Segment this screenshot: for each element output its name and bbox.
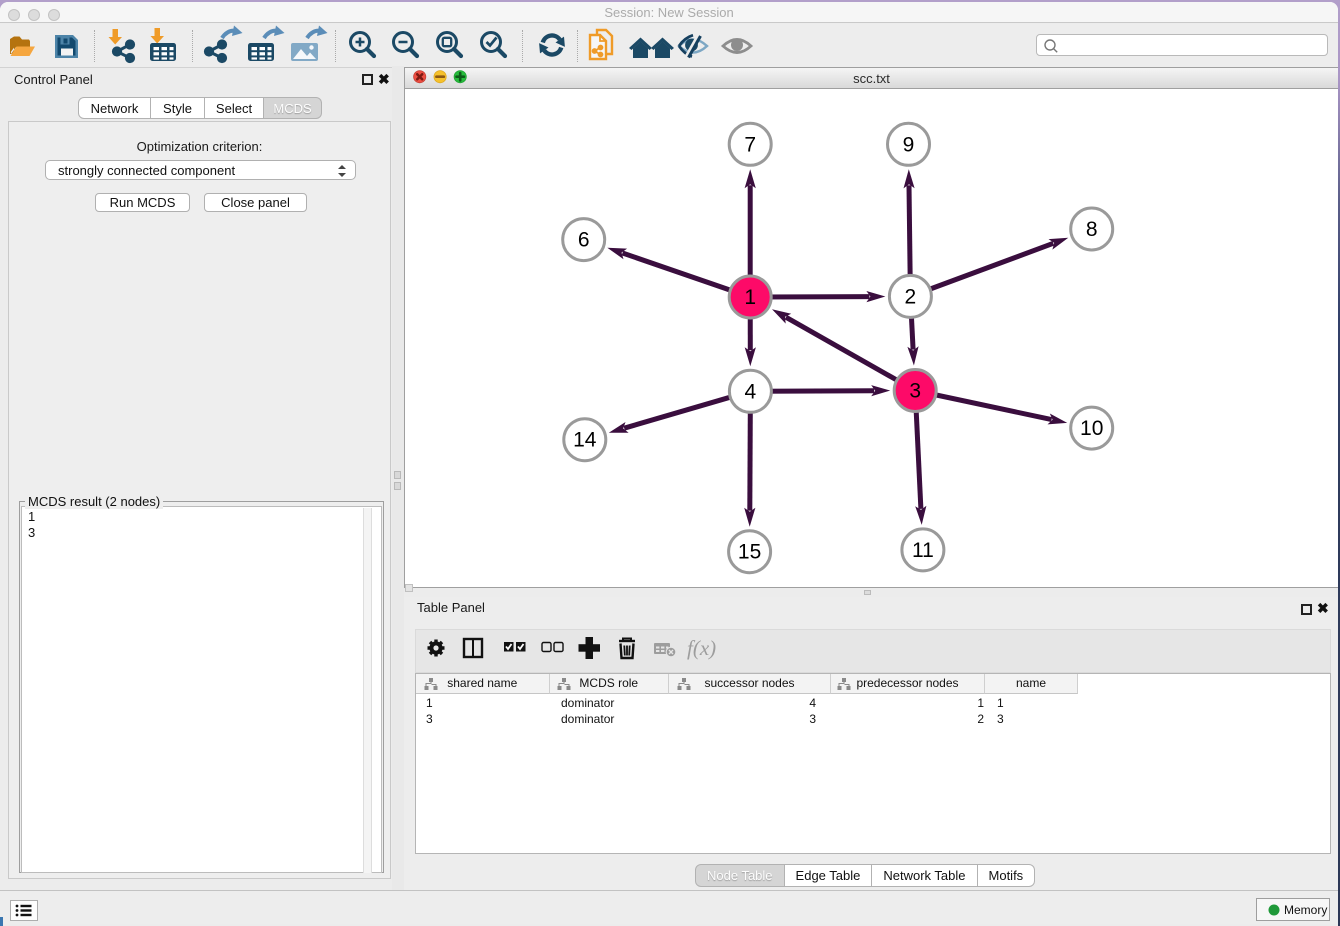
svg-text:10: 10 <box>1080 417 1103 440</box>
svg-text:11: 11 <box>912 539 934 562</box>
svg-text:15: 15 <box>738 541 761 564</box>
svg-text:7: 7 <box>744 133 756 156</box>
svg-text:8: 8 <box>1086 218 1098 241</box>
svg-text:9: 9 <box>903 133 915 156</box>
svg-text:2: 2 <box>905 285 917 308</box>
svg-text:1: 1 <box>744 286 756 309</box>
svg-text:6: 6 <box>578 229 590 252</box>
svg-text:4: 4 <box>745 380 757 403</box>
svg-text:f(x): f(x) <box>687 636 716 660</box>
svg-text:3: 3 <box>909 380 921 403</box>
svg-text:14: 14 <box>573 429 597 452</box>
